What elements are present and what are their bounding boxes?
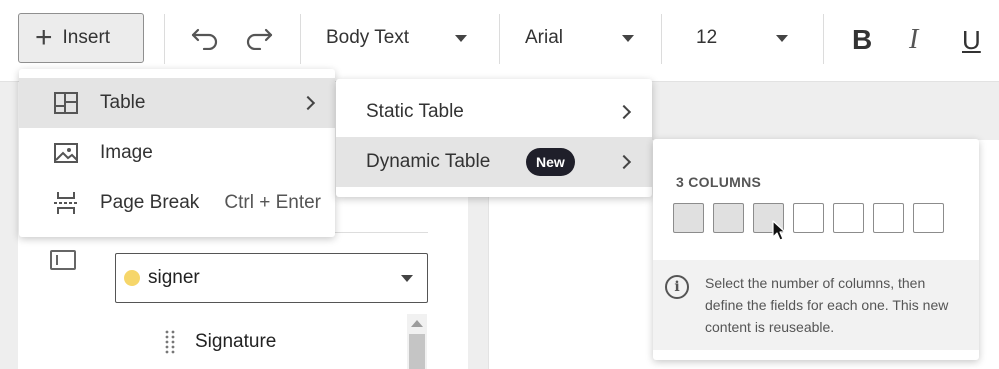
signer-value: signer [148,267,200,288]
insert-label: Insert [62,27,111,48]
chevron-right-icon [300,95,316,111]
menu-item-static-table[interactable]: Static Table [336,87,652,137]
chevron-down-icon [401,275,413,282]
column-option-6[interactable] [873,203,904,233]
drag-handle-icon[interactable] [164,330,176,354]
mouse-cursor-icon [772,220,786,241]
scrollbar-thumb[interactable] [409,334,425,369]
menu-item-label: Dynamic Table [366,151,491,172]
redo-icon[interactable] [243,22,275,54]
menu-item-table[interactable]: Table [19,78,335,128]
menu-item-label: Page Break [100,192,200,213]
chevron-down-icon[interactable] [455,35,467,42]
italic-button[interactable]: I [909,20,918,60]
info-box: i Select the number of columns, then def… [653,260,979,350]
scroll-up-icon[interactable] [411,320,423,327]
info-icon: i [665,275,689,299]
font-size-dropdown[interactable]: 12 [696,20,717,56]
chevron-down-icon[interactable] [622,35,634,42]
plus-icon: + [35,21,53,54]
column-option-5[interactable] [833,203,864,233]
column-option-7[interactable] [913,203,944,233]
insert-menu: Table Image Page Break Ctrl + Enter [19,69,335,237]
signature-field-label[interactable]: Signature [195,331,276,353]
menu-item-label: Static Table [366,101,464,122]
menu-item-label: Table [100,92,146,113]
column-option-1[interactable] [673,203,704,233]
info-text: Select the number of columns, then defin… [705,275,949,335]
menu-item-dynamic-table[interactable]: Dynamic Table New [336,137,652,187]
underline-button[interactable]: U [962,20,981,60]
chevron-right-icon [616,154,632,170]
page-break-icon [54,192,78,214]
font-dropdown[interactable]: Arial [525,20,563,56]
table-icon [54,92,78,114]
column-count-title: 3 COLUMNS [676,174,762,190]
toolbar-divider [164,14,165,64]
column-option-4[interactable] [793,203,824,233]
toolbar-divider [300,14,301,64]
insert-button[interactable]: + Insert [18,13,144,63]
column-option-2[interactable] [713,203,744,233]
style-dropdown[interactable]: Body Text [326,20,409,56]
toolbar-divider [823,14,824,64]
column-picker-panel: 3 COLUMNS i Select the number of columns… [653,139,979,360]
toolbar-divider [499,14,500,64]
menu-item-image[interactable]: Image [19,128,335,178]
bold-button[interactable]: B [852,20,872,60]
image-icon [54,143,78,163]
undo-icon[interactable] [189,22,221,54]
menu-item-label: Image [100,142,153,163]
new-badge: New [526,148,575,176]
chevron-down-icon[interactable] [776,35,788,42]
shortcut-label: Ctrl + Enter [224,192,321,213]
toolbar-divider [661,14,662,64]
chevron-right-icon [616,104,632,120]
signer-select[interactable]: signer [115,253,428,303]
menu-item-page-break[interactable]: Page Break Ctrl + Enter [19,178,335,228]
text-field-icon [50,250,76,270]
signer-color-dot [124,270,140,286]
table-submenu: Static Table Dynamic Table New [336,79,652,197]
